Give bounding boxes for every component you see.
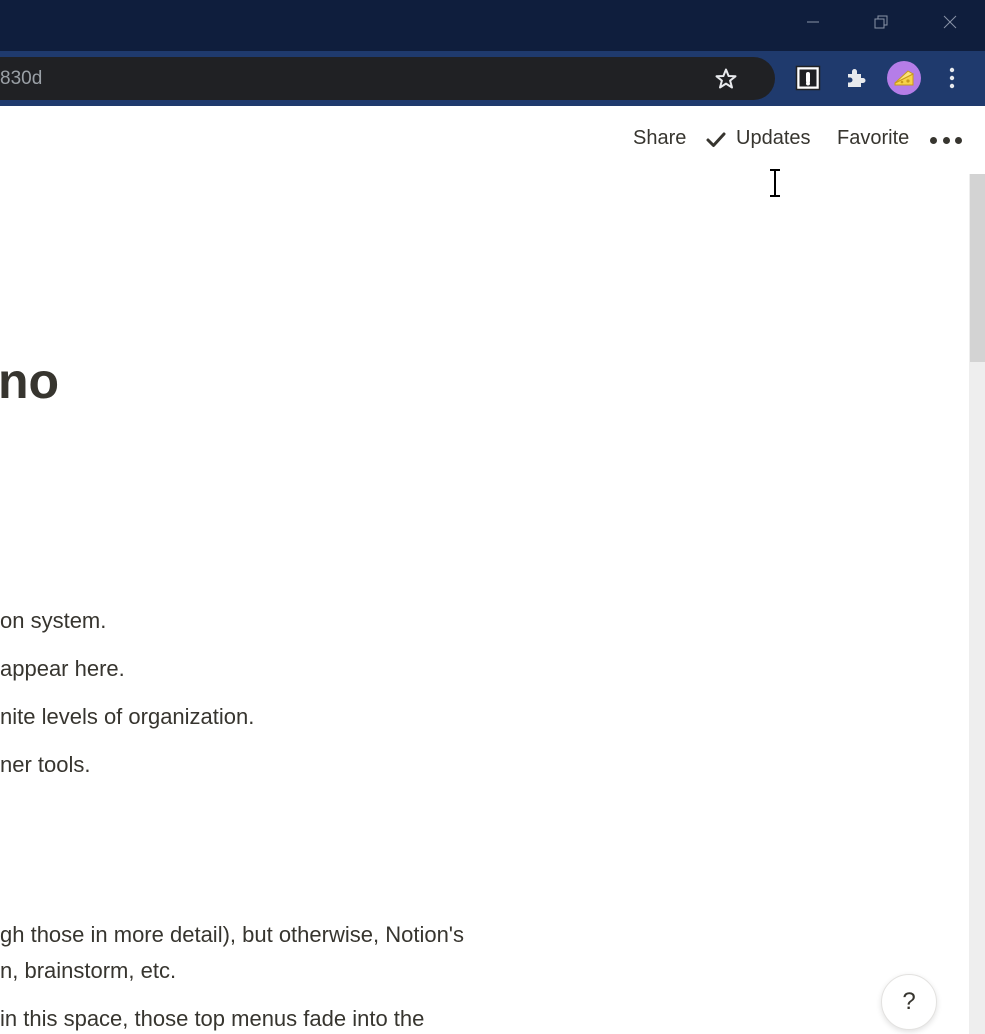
help-button[interactable]: ? bbox=[881, 974, 937, 1030]
more-dots-icon[interactable] bbox=[930, 130, 962, 150]
window-titlebar bbox=[0, 0, 985, 51]
star-icon[interactable] bbox=[714, 67, 738, 91]
content-line[interactable]: appear here. bbox=[0, 656, 125, 682]
puzzle-icon[interactable] bbox=[842, 64, 870, 92]
page-topbar: Share Updates Favorite bbox=[0, 106, 985, 174]
restore-icon[interactable] bbox=[866, 8, 896, 36]
content-line[interactable]: on system. bbox=[0, 608, 106, 634]
paragraph-line[interactable]: in this space, those top menus fade into… bbox=[0, 1006, 424, 1032]
minimize-icon[interactable] bbox=[798, 8, 828, 36]
paragraph-line[interactable]: gh those in more detail), but otherwise,… bbox=[0, 922, 464, 948]
cheese-avatar-icon[interactable] bbox=[887, 61, 921, 95]
close-icon[interactable] bbox=[935, 8, 965, 36]
text-cursor-icon bbox=[766, 168, 784, 198]
extension-icon[interactable] bbox=[794, 64, 822, 92]
content-line[interactable]: ner tools. bbox=[0, 752, 91, 778]
kebab-menu-icon[interactable] bbox=[940, 64, 964, 92]
url-text[interactable]: 830d bbox=[0, 68, 42, 90]
paragraph-line[interactable]: n, brainstorm, etc. bbox=[0, 958, 176, 984]
scrollbar-thumb[interactable] bbox=[970, 174, 985, 362]
content-line[interactable]: nite levels of organization. bbox=[0, 704, 254, 730]
share-button[interactable]: Share bbox=[633, 127, 686, 150]
page-title[interactable]: no bbox=[0, 352, 59, 410]
check-icon[interactable] bbox=[705, 129, 727, 151]
address-bar[interactable]: 830d bbox=[0, 57, 775, 100]
favorite-button[interactable]: Favorite bbox=[837, 127, 909, 150]
browser-toolbar: 830d bbox=[0, 51, 985, 106]
updates-button[interactable]: Updates bbox=[736, 127, 811, 150]
